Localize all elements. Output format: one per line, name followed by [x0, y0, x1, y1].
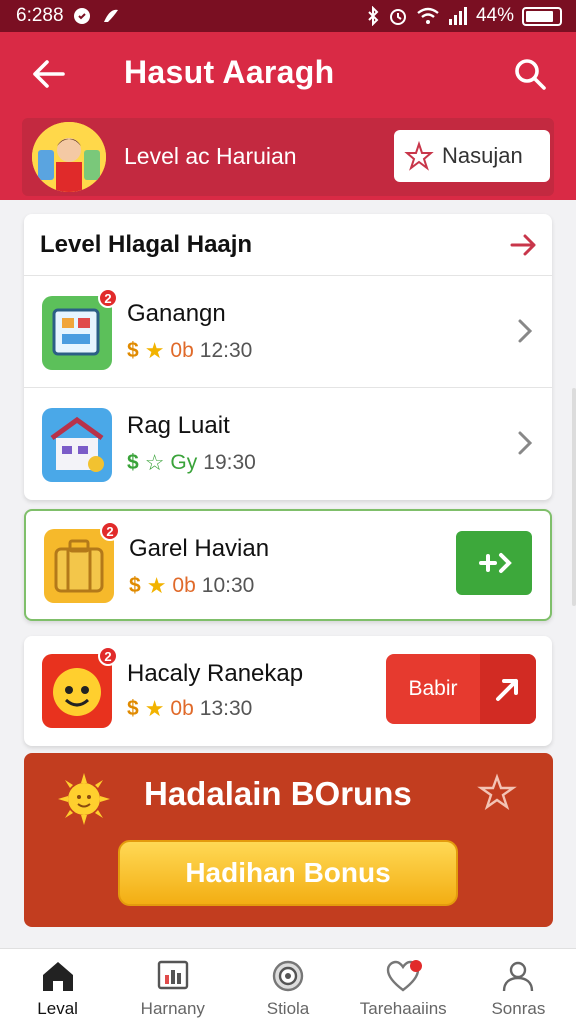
profile-strip: Level ac Haruian Nasujan — [22, 118, 554, 196]
list-item-time: 13:30 — [199, 697, 253, 720]
chevron-right-icon — [518, 319, 533, 343]
coin-symbol: $ — [129, 574, 141, 597]
scrollbar[interactable] — [572, 388, 576, 606]
bottom-nav: Leval Harnany Stiola Tarehaaiins Sonras — [0, 948, 576, 1024]
list-item-time: 19:30 — [203, 451, 256, 474]
list-item-meta: $ ★ 0b 12:30 — [127, 338, 252, 364]
status-time: 6:288 — [16, 5, 64, 26]
list-item-value: 0b — [170, 697, 194, 720]
notification-badge: 2 — [98, 288, 118, 308]
list-item-value: 0b — [170, 339, 194, 362]
action-button-label: Babir — [408, 677, 458, 700]
list-item-meta: $ ★ 0b 10:30 — [129, 573, 254, 599]
house-icon — [42, 408, 112, 482]
list-item-meta: $ ★ 0b 13:30 — [127, 696, 252, 722]
notification-badge: 2 — [98, 646, 118, 666]
sun-icon — [58, 773, 110, 825]
alarm-icon — [389, 9, 406, 25]
list-item-meta: $ ☆ Gy 19:30 — [127, 450, 256, 476]
profile-action-button[interactable]: Nasujan — [394, 130, 550, 182]
bonus-card: Hadalain BOruns Hadihan Bonus — [24, 753, 553, 927]
home-icon — [42, 962, 73, 991]
sun-face-icon: 2 — [42, 646, 118, 728]
nav-item-tarehaaiins[interactable]: Tarehaaiins — [346, 949, 461, 1024]
profile-icon — [503, 961, 534, 992]
list-item-title: Rag Luait — [127, 412, 230, 439]
nav-item-sonras[interactable]: Sonras — [461, 949, 576, 1024]
nav-item-level[interactable]: Leval — [0, 949, 115, 1024]
star-outline-icon[interactable] — [477, 773, 517, 813]
list-item-time: 10:30 — [201, 574, 255, 597]
coin-symbol: $ — [127, 339, 139, 362]
nav-item-stiola[interactable]: Stiola — [230, 949, 345, 1024]
list-item-with-action[interactable]: 2 Hacaly Ranekap $ ★ 0b 13:30 Babir — [24, 636, 552, 746]
notification-dot — [409, 960, 422, 972]
back-arrow-icon — [33, 60, 65, 88]
app-notification-icon — [103, 9, 118, 22]
list-item-value: 0b — [172, 574, 196, 597]
nav-item-label: Stiola — [266, 999, 310, 1018]
list-card-header[interactable]: Level Hlagal Haajn — [24, 214, 552, 276]
suitcase-icon: 2 — [44, 521, 120, 603]
nav-item-label: Tarehaaiins — [359, 999, 447, 1018]
star-icon: ★ — [144, 696, 165, 721]
battery-percent: 44% — [475, 5, 514, 26]
wifi-icon — [417, 7, 439, 24]
go-button[interactable] — [456, 531, 532, 595]
share-arrow-icon — [480, 654, 536, 724]
highlighted-list-item[interactable]: 2 Garel Havian $ ★ 0b 10:30 — [24, 509, 552, 621]
back-button[interactable] — [26, 54, 70, 94]
list-item-title: Hacaly Ranekap — [127, 660, 304, 687]
list-item-title: Garel Havian — [129, 535, 270, 562]
nav-item-label: Harnany — [140, 999, 205, 1018]
action-button[interactable]: Babir — [386, 654, 536, 724]
list-item[interactable]: Rag Luait $ ☆ Gy 19:30 — [24, 388, 552, 500]
battery-icon — [522, 6, 562, 26]
star-icon: ★ — [146, 573, 167, 598]
page-title: Hasut Aaragh — [124, 54, 335, 90]
stats-icon — [157, 960, 188, 990]
bonus-button[interactable]: Hadihan Bonus — [118, 840, 458, 906]
star-icon — [404, 141, 434, 171]
list-card-title: Level Hlagal Haajn — [40, 230, 253, 258]
search-icon — [515, 59, 546, 90]
coin-symbol: $ — [127, 697, 139, 720]
list-item[interactable]: 2 Ganangn $ ★ 0b 12:30 — [24, 276, 552, 388]
notification-icon — [73, 8, 90, 24]
star-icon: ★ — [144, 338, 165, 363]
coin-symbol: $ — [127, 451, 139, 474]
profile-label: Level ac Haruian — [124, 143, 297, 169]
chevron-right-icon — [518, 431, 533, 455]
bluetooth-icon — [368, 6, 379, 26]
list-item-time: 12:30 — [199, 339, 253, 362]
arrow-right-icon — [510, 234, 536, 256]
level-list-card: Level Hlagal Haajn 2 Ganangn $ ★ 0b 12:3… — [24, 214, 552, 500]
avatar[interactable] — [32, 122, 106, 192]
game-tablet-icon: 2 — [42, 288, 118, 370]
list-item-value: Gy — [170, 451, 198, 474]
list-item: 2 Hacaly Ranekap $ ★ 0b 13:30 Babir — [24, 636, 552, 748]
list-item: 2 Garel Havian $ ★ 0b 10:30 — [26, 511, 550, 623]
nav-item-label: Sonras — [491, 999, 546, 1018]
status-bar: 6:288 44% — [0, 0, 576, 32]
nav-item-harnany[interactable]: Harnany — [115, 949, 230, 1024]
notification-badge: 2 — [100, 521, 120, 541]
nav-item-label: Leval — [37, 999, 78, 1018]
star-icon: ☆ — [144, 450, 165, 475]
search-button[interactable] — [508, 54, 552, 94]
list-item-title: Ganangn — [127, 300, 226, 327]
target-icon — [272, 960, 304, 992]
app-header: Hasut Aaragh Level ac Haruian Nasujan — [0, 32, 576, 200]
profile-action-label: Nasujan — [442, 143, 523, 168]
bonus-title: Hadalain BOruns — [144, 775, 412, 812]
forward-arrows-icon — [479, 553, 512, 573]
signal-icon — [448, 7, 467, 25]
